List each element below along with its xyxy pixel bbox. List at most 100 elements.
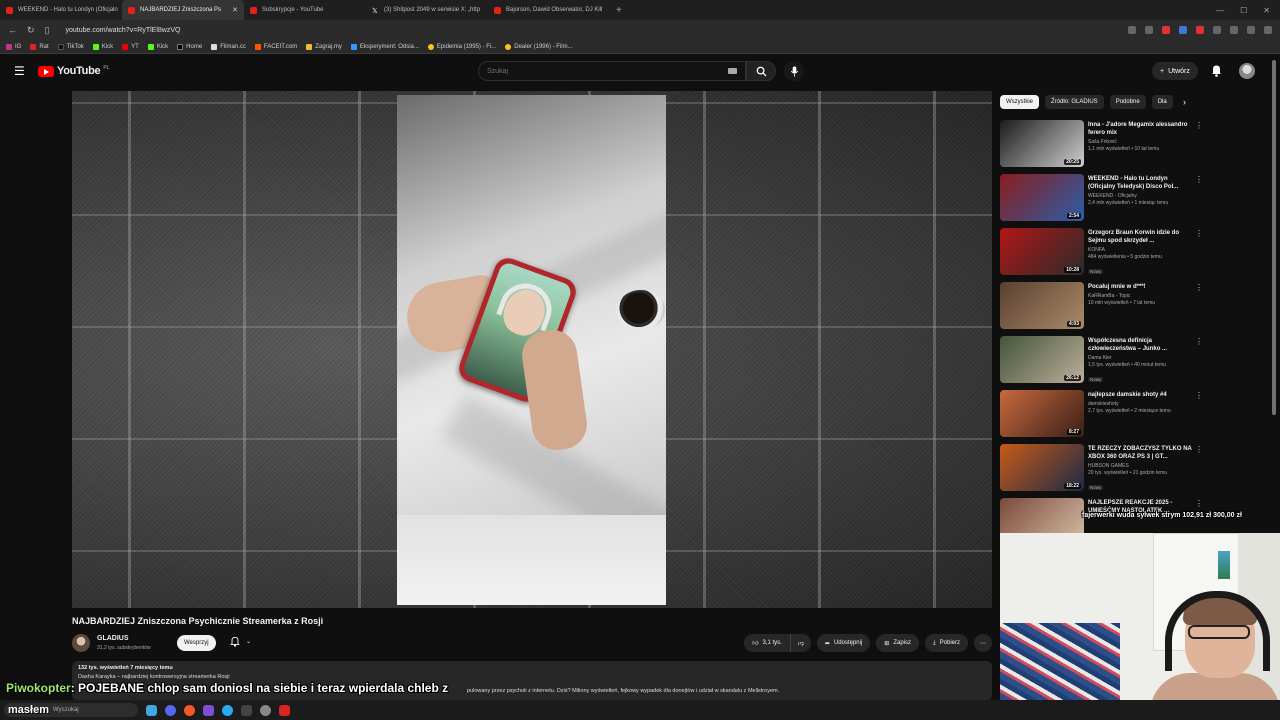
bookmark-item[interactable]: Zagraj.my <box>306 43 342 50</box>
create-button[interactable]: + Utwórz <box>1152 62 1198 80</box>
recommended-video-channel[interactable]: Saša Frković <box>1088 139 1192 145</box>
chevron-right-icon[interactable]: › <box>1183 97 1186 107</box>
chip-related[interactable]: Podobne <box>1109 95 1146 109</box>
screen-icon[interactable] <box>1128 26 1136 34</box>
bookmark-item[interactable]: YT <box>122 43 139 50</box>
recommended-video[interactable]: 4:03 Pocałuj mnie w d***! KaRRamBa - Topic… <box>1000 281 1203 335</box>
bookmark-item[interactable]: Dealer (1996) - Film... <box>505 43 573 50</box>
obs-icon[interactable] <box>260 704 271 716</box>
close-window-icon[interactable]: ✕ <box>1263 6 1270 15</box>
search-input[interactable] <box>487 67 707 75</box>
recommended-video-channel[interactable]: HUBSON GAMES <box>1088 463 1192 469</box>
discord-icon[interactable] <box>165 704 176 716</box>
app-icon[interactable] <box>241 704 252 716</box>
recommended-video-title[interactable]: Pocałuj mnie w d***! <box>1088 283 1192 291</box>
bookmark-item[interactable]: Kick <box>92 43 113 50</box>
more-vert-icon[interactable]: ⋮ <box>1195 121 1203 130</box>
taskbar-search[interactable]: masłem Wyszukaj <box>4 703 138 717</box>
video-thumbnail[interactable]: 8:27 <box>1000 390 1084 437</box>
more-vert-icon[interactable]: ⋮ <box>1195 337 1203 346</box>
new-tab-icon[interactable]: + <box>616 5 622 16</box>
support-button[interactable]: Wesprzyj <box>177 635 216 651</box>
maximize-icon[interactable]: ☐ <box>1240 6 1247 15</box>
recommended-video-channel[interactable]: KaRRamBa - Topic <box>1088 293 1192 299</box>
recommended-video-channel[interactable]: damskieshoty <box>1088 401 1192 407</box>
voice-search-button[interactable] <box>784 61 804 81</box>
video-thumbnail[interactable]: 18:22 <box>1000 444 1084 491</box>
account-avatar[interactable] <box>1239 63 1255 79</box>
reload-icon[interactable]: ↻ <box>27 25 35 36</box>
like-button[interactable]: 👍︎ 3,1 tys. <box>744 634 791 652</box>
brave-shield-icon[interactable] <box>1162 26 1170 34</box>
bookmark-item[interactable]: FACEIT.com <box>254 43 297 50</box>
browser-tab[interactable]: Subskrypcje - YouTube <box>244 0 366 20</box>
download-button[interactable]: ⤓ Pobierz <box>925 634 968 652</box>
recommended-video[interactable]: 26:12 Współczesna definicja człowieczeńst… <box>1000 335 1203 389</box>
channel-name[interactable]: GLADIUS <box>97 635 129 642</box>
back-icon[interactable]: ← <box>8 25 17 35</box>
menu-icon[interactable] <box>1264 26 1272 34</box>
recommended-video-title[interactable]: WEEKEND - Halo tu Londyn (Oficjalny Tele… <box>1088 175 1192 191</box>
telegram-icon[interactable] <box>222 704 233 716</box>
search-button[interactable] <box>746 61 776 81</box>
bookmark-item[interactable]: Eksperyment: Odsia... <box>350 43 419 50</box>
notifications-bell-icon[interactable] <box>1211 64 1222 77</box>
recommended-video-title[interactable]: Inna - J'adore Megamix alessandro ferero… <box>1088 121 1192 137</box>
close-icon[interactable]: ✕ <box>232 6 238 14</box>
recommended-video-title[interactable]: najlepsze damskie shoty #4 <box>1088 391 1192 399</box>
recommended-video[interactable]: 10:28 Grzegorz Braun Korwin idzie do Sejm… <box>1000 227 1203 281</box>
bookmark-item[interactable]: Epidemia (1995) - Fi... <box>427 43 496 50</box>
video-thumbnail[interactable]: 20:25 <box>1000 120 1084 167</box>
recommended-video-channel[interactable]: Dama Kier <box>1088 355 1192 361</box>
share-button[interactable]: ➦ Udostępnij <box>816 634 871 652</box>
video-thumbnail[interactable]: 10:28 <box>1000 228 1084 275</box>
extension-icon[interactable] <box>1213 26 1221 34</box>
more-vert-icon[interactable]: ⋮ <box>1195 499 1203 508</box>
url-field[interactable]: youtube.com/watch?v=RyTlEl8wzVQ <box>66 27 181 34</box>
recommended-video-title[interactable]: Grzegorz Braun Korwin idzie do Sejmu spo… <box>1088 229 1192 245</box>
chip-all[interactable]: Wszystkie <box>1000 95 1039 109</box>
more-actions-button[interactable]: ⋯ <box>974 634 992 652</box>
video-player[interactable] <box>72 91 992 608</box>
app-icon[interactable] <box>279 704 290 716</box>
app-icon[interactable] <box>203 704 214 716</box>
more-vert-icon[interactable]: ⋮ <box>1195 445 1203 454</box>
recommended-video[interactable]: 8:27 najlepsze damskie shoty #4 damskiesho… <box>1000 389 1203 443</box>
recommended-video-channel[interactable]: KONFA <box>1088 247 1192 253</box>
share-icon[interactable] <box>1145 26 1153 34</box>
hamburger-menu-icon[interactable]: ☰ <box>14 64 25 78</box>
keyboard-icon[interactable] <box>728 68 737 74</box>
scrollbar[interactable] <box>1272 60 1276 415</box>
recommended-video[interactable]: 20:25 Inna - J'adore Megamix alessandro f… <box>1000 119 1203 173</box>
chip-source[interactable]: Źródło: GLADIUS <box>1045 95 1104 109</box>
more-vert-icon[interactable]: ⋮ <box>1195 283 1203 292</box>
bookmark-item[interactable]: IG <box>6 43 21 50</box>
browser-tab[interactable]: 𝕏 (3) Shitpost 2049 w serwisie X: „http <box>366 0 488 20</box>
task-view-icon[interactable] <box>146 704 157 716</box>
brave-browser-icon[interactable] <box>184 704 195 716</box>
bookmark-page-icon[interactable]: ▯ <box>45 25 50 36</box>
download-icon[interactable] <box>1247 26 1255 34</box>
recommended-video[interactable]: 18:22 TE RZECZY ZOBACZYSZ TYLKO NA XBOX 3… <box>1000 443 1203 497</box>
recommended-video-title[interactable]: TE RZECZY ZOBACZYSZ TYLKO NA XBOX 360 OR… <box>1088 445 1192 461</box>
dislike-button[interactable]: 👎︎ <box>791 634 811 652</box>
browser-tab[interactable]: WEEKEND - Halo tu Londyn (Oficjaln <box>0 0 122 20</box>
recommended-video-title[interactable]: Współczesna definicja człowieczeństwa – … <box>1088 337 1192 353</box>
recommended-video-channel[interactable]: WEEKEND - Oficjalny <box>1088 193 1192 199</box>
extension-icon[interactable] <box>1196 26 1204 34</box>
recommended-video[interactable]: 2:54 WEEKEND - Halo tu Londyn (Oficjalny … <box>1000 173 1203 227</box>
extension-icon[interactable] <box>1179 26 1187 34</box>
chip-for-you[interactable]: Dla <box>1151 95 1173 109</box>
browser-tab-active[interactable]: NAJBARDZIEJ Zniszczona Ps ✕ <box>122 0 244 20</box>
video-thumbnail[interactable]: 2:54 <box>1000 174 1084 221</box>
youtube-logo[interactable]: YouTube PL <box>38 65 109 77</box>
bookmark-item[interactable]: Home <box>177 43 202 50</box>
puzzle-icon[interactable] <box>1230 26 1238 34</box>
save-button[interactable]: ⊞ Zapisz <box>876 634 919 652</box>
minimize-icon[interactable]: — <box>1216 6 1224 15</box>
browser-tab[interactable]: Bajorson, Dawid Obserwator, DJ Kill <box>488 0 610 20</box>
channel-avatar[interactable] <box>72 634 90 652</box>
bookmark-item[interactable]: Kick <box>147 43 168 50</box>
more-vert-icon[interactable]: ⋮ <box>1195 229 1203 238</box>
subscription-bell-button[interactable]: ⌄ <box>230 636 251 647</box>
